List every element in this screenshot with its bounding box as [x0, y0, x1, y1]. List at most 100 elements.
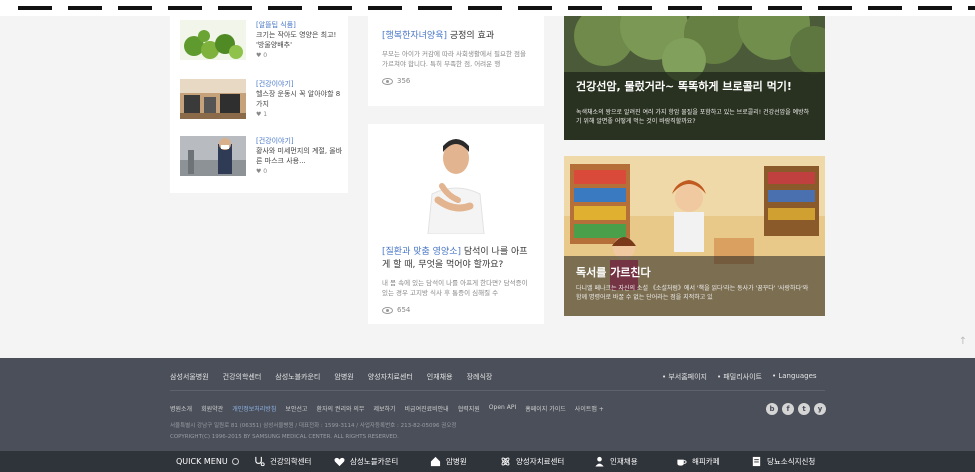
- footer-policy-link[interactable]: 보안선고: [285, 404, 307, 413]
- list-item-category: [알뜰팁 식품]: [256, 21, 296, 29]
- article-summary: 내 몸 속에 있는 담석이 나를 아프게 한다면? 담석증이 있는 경우 고지방…: [382, 279, 528, 297]
- view-value: 654: [397, 306, 411, 314]
- like-count: ♥ 0: [256, 168, 268, 175]
- quick-item-label: 암병원: [446, 457, 467, 466]
- quick-item-noble-county[interactable]: 삼성노블카운티: [334, 456, 398, 467]
- footer-policy-link[interactable]: Open API: [489, 404, 516, 413]
- view-value: 356: [397, 77, 411, 85]
- quick-item-recruit[interactable]: 인재채용: [594, 456, 638, 467]
- list-item[interactable]: [건강이야기] 황사와 미세먼지의 계절, 올바른 마스크 사용... ♥ 0: [180, 136, 344, 184]
- list-item-title[interactable]: 황사와 미세먼지의 계절, 올바른 마스크 사용...: [256, 146, 346, 166]
- article-title-text: 긍정의 효과: [446, 31, 495, 41]
- stethoscope-icon: [255, 456, 265, 467]
- list-item-category: [건강이야기]: [256, 137, 294, 145]
- footer-policy-link[interactable]: 회원약관: [201, 404, 223, 413]
- footer-link[interactable]: 암병원: [334, 372, 353, 382]
- quick-item-label: 해피카페: [692, 457, 720, 466]
- article-category: [행복한자녀양육]: [382, 31, 447, 41]
- featured-article-reading[interactable]: 독서를 가르친다 다니엘 페나크는 자신의 소설 《소설처럼》에서 '책을 읽다…: [564, 156, 825, 316]
- like-value: 0: [263, 52, 268, 59]
- quick-item-diabetes-newsletter[interactable]: 당뇨소식지신청: [751, 456, 815, 467]
- eye-icon: [382, 306, 393, 314]
- quick-menu-label: QUICK MENU: [176, 457, 228, 466]
- article-card[interactable]: [질환과 맞춤 영양소] 담석이 나를 아프게 할 때, 무엇을 먹어야 할까요…: [368, 124, 544, 324]
- quick-item-label: 양성자치료센터: [516, 457, 565, 466]
- languages-link[interactable]: • Languages: [772, 372, 817, 382]
- quick-menu-bar: QUICK MENU 건강의학센터 삼성노블카운티 암병원 양성자치료센터 인재…: [0, 451, 975, 472]
- footer-divider: [170, 390, 825, 391]
- scroll-to-top-icon[interactable]: ↑: [957, 336, 969, 348]
- address-text: 서울특별시 강남구 일원로 81 (06351) 삼성서울병원 / 대표전화 :…: [170, 423, 457, 429]
- footer-policy-link[interactable]: 협력지원: [458, 404, 480, 413]
- youtube-icon[interactable]: y: [814, 403, 826, 415]
- quick-item-label: 인재채용: [610, 457, 638, 466]
- article-image[interactable]: [368, 124, 544, 235]
- family-site-link[interactable]: • 패밀리사이트: [717, 372, 762, 382]
- footer-link[interactable]: 장례식장: [467, 372, 493, 382]
- sitemap-link[interactable]: 사이트맵 +: [575, 404, 604, 413]
- blog-icon[interactable]: b: [766, 403, 778, 415]
- department-homepage-link[interactable]: • 부서홈페이지: [662, 372, 707, 382]
- list-item-title[interactable]: 헬스장 운동시 꼭 알아야할 8가지: [256, 89, 346, 109]
- footer-policy-link[interactable]: 제보하기: [373, 404, 395, 413]
- footer-policy-link[interactable]: 홈페이지 가이드: [525, 404, 566, 413]
- quick-item-proton-center[interactable]: 양성자치료센터: [500, 456, 564, 467]
- brussels-sprouts-thumbnail[interactable]: [180, 20, 246, 60]
- footer-link[interactable]: 양성자치료센터: [368, 372, 413, 382]
- list-item[interactable]: [알뜰팁 식품] 크기는 작아도 영양은 최고! '방울양배추' ♥ 0: [180, 20, 344, 68]
- article-category: [질환과 맞춤 영양소]: [382, 247, 461, 257]
- footer-policy-link[interactable]: 환자의 권리와 의무: [316, 404, 364, 413]
- footer-policy-link[interactable]: 비급여진료비안내: [405, 404, 449, 413]
- quick-item-label: 삼성노블카운티: [350, 457, 399, 466]
- list-item-title[interactable]: 크기는 작아도 영양은 최고! '방울양배추': [256, 30, 346, 50]
- footer-right-links: • 부서홈페이지 • 패밀리사이트 • Languages: [662, 372, 817, 382]
- footer-link[interactable]: 삼성노블카운티: [275, 372, 320, 382]
- social-links: b f t y: [766, 403, 826, 415]
- document-icon: [752, 456, 761, 467]
- footer-link[interactable]: 건강의학센터: [223, 372, 262, 382]
- featured-summary: 다니엘 페나크는 자신의 소설 《소설처럼》에서 '책을 읽다'라는 동사가 '…: [576, 285, 809, 301]
- featured-title[interactable]: 건강선암, 물렀거라~ 똑똑하게 브로콜리 먹기!: [576, 78, 792, 94]
- view-count: 654: [382, 306, 532, 314]
- twitter-icon[interactable]: t: [798, 403, 810, 415]
- article-title[interactable]: [질환과 맞춤 영양소] 담석이 나를 아프게 할 때, 무엇을 먹어야 할까요…: [382, 246, 532, 272]
- like-value: 1: [263, 111, 268, 118]
- atom-icon: [501, 457, 510, 466]
- eye-icon: [382, 77, 393, 85]
- article-summary: 부모는 아이가 커감에 따라 사회생활에서 필요한 점을 가르쳐야 합니다. 특…: [382, 50, 526, 68]
- footer-link[interactable]: 인재채용: [427, 372, 453, 382]
- health-news-list: [알뜰팁 식품] 크기는 작아도 영양은 최고! '방울양배추' ♥ 0 [건강…: [170, 16, 348, 193]
- like-value: 0: [263, 168, 268, 175]
- quick-item-cancer-hospital[interactable]: 암병원: [430, 456, 467, 467]
- coffee-cup-icon: [677, 459, 687, 466]
- footer-policy-link[interactable]: 병원소개: [170, 404, 192, 413]
- privacy-policy-link[interactable]: 개인정보처리방침: [232, 404, 276, 413]
- footer-address: 서울특별시 강남구 일원로 81 (06351) 삼성서울병원 / 대표전화 :…: [170, 421, 456, 443]
- view-count: 356: [382, 77, 530, 85]
- like-count: ♥ 1: [256, 111, 268, 118]
- heart-icon: [334, 457, 345, 467]
- like-count: ♥ 0: [256, 52, 268, 59]
- quick-item-health-center[interactable]: 건강의학센터: [254, 456, 311, 467]
- footer-link[interactable]: 삼성서울병원: [170, 372, 209, 382]
- list-item[interactable]: [건강이야기] 헬스장 운동시 꼭 알아야할 8가지 ♥ 1: [180, 79, 344, 127]
- footer-policy-links: 병원소개 회원약관 개인정보처리방침 보안선고 환자의 권리와 의무 제보하기 …: [170, 404, 604, 413]
- quick-item-label: 당뇨소식지신청: [767, 457, 816, 466]
- top-dashed-border: [0, 0, 975, 16]
- featured-summary: 녹색채소의 왕으로 알려진 여러 가지 항암 물질을 포함하고 있는 브로콜리!…: [576, 109, 810, 125]
- quick-item-happy-cafe[interactable]: 해피카페: [676, 456, 720, 467]
- facebook-icon[interactable]: f: [782, 403, 794, 415]
- quick-item-label: 건강의학센터: [270, 457, 312, 466]
- list-item-category: [건강이야기]: [256, 80, 294, 88]
- quick-menu-toggle[interactable]: QUICK MENU: [176, 457, 239, 466]
- footer-nav: 삼성서울병원 건강의학센터 삼성노블카운티 암병원 양성자치료센터 인재채용 장…: [170, 372, 492, 382]
- article-card[interactable]: [행복한자녀양육] 긍정의 효과 부모는 아이가 커감에 따라 사회생활에서 필…: [368, 16, 544, 106]
- article-title[interactable]: [행복한자녀양육] 긍정의 효과: [382, 30, 530, 43]
- fine-dust-mask-thumbnail[interactable]: [180, 136, 246, 176]
- gym-thumbnail[interactable]: [180, 79, 246, 119]
- featured-title[interactable]: 독서를 가르친다: [576, 264, 651, 280]
- featured-article-broccoli[interactable]: 건강선암, 물렀거라~ 똑똑하게 브로콜리 먹기! 녹색채소의 왕으로 알려진 …: [564, 16, 825, 140]
- copyright-text: COPYRIGHT(C) 1996-2015 BY SAMSUNG MEDICA…: [170, 434, 399, 440]
- person-icon: [595, 456, 604, 467]
- circle-icon: [231, 458, 239, 465]
